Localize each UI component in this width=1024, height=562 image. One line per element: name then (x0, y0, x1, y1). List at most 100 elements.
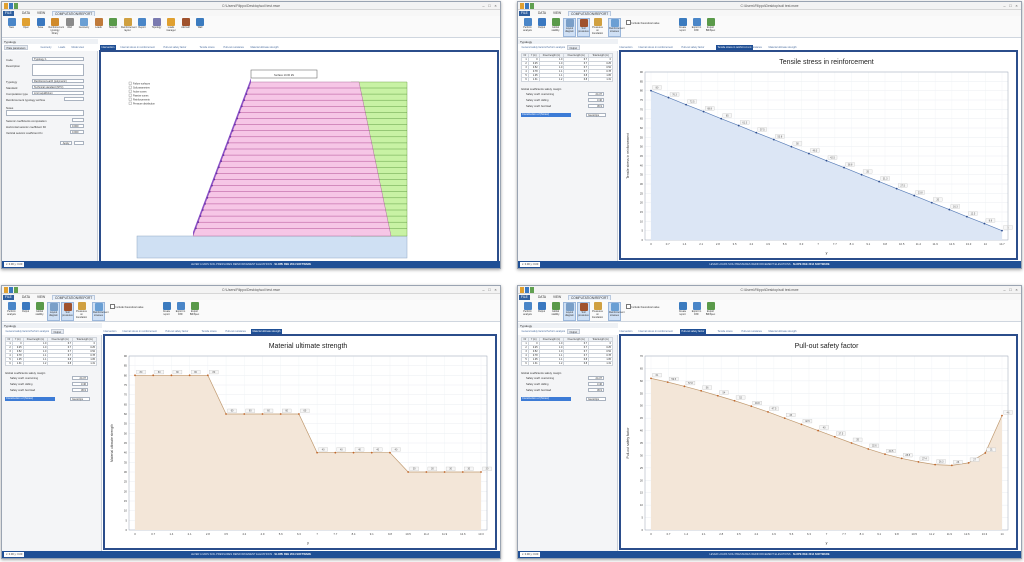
model-view-area[interactable]: Surface 10.00 kN Failure surfaces Soil pa… (99, 50, 499, 263)
subtab[interactable]: Perform analysis (545, 45, 567, 50)
ribbon-button-0[interactable]: Perform analysis (521, 302, 534, 321)
cancel-button[interactable] (74, 141, 84, 145)
subtab[interactable]: Perform analysis (29, 329, 51, 334)
ribbon-button-1[interactable]: Output (19, 302, 32, 321)
maximize-icon[interactable]: □ (1008, 3, 1013, 8)
apply-button[interactable]: Apply (60, 141, 72, 145)
subtab[interactable]: Output (51, 329, 64, 334)
description-input[interactable] (32, 64, 84, 76)
ribbon-button-3[interactable]: Reinforcement typology library (49, 18, 64, 37)
kv-input[interactable]: 0.000 (70, 130, 84, 134)
legend-checkbox[interactable] (128, 101, 132, 105)
ribbon-button-4[interactable]: Soil pressures (577, 18, 590, 37)
subtab[interactable]: Output (567, 45, 580, 50)
ribbon-button-1[interactable]: Output (535, 18, 548, 37)
tab-geometry[interactable]: Geometry (39, 45, 53, 50)
table-row[interactable]: 6 1.31 1.2 6.8 1.31 (5, 361, 97, 366)
construction-select[interactable]: Construction of (Sintex) (5, 397, 55, 401)
construction-value[interactable]: Geostrips (586, 113, 606, 117)
subtab[interactable]: General safety factors (520, 329, 547, 334)
legend-checkbox[interactable] (128, 89, 132, 93)
close-icon[interactable]: × (493, 287, 498, 292)
ribbon-button-9[interactable]: Report (136, 18, 149, 37)
ribbon-button-10[interactable]: Topology (150, 18, 163, 37)
tab-plate-parameters[interactable]: Plate parameters (4, 45, 29, 50)
minimize-icon[interactable]: – (481, 287, 486, 292)
legend-checkbox[interactable] (128, 97, 132, 101)
ribbon-button-9[interactable]: Export Bill/Spec (704, 302, 717, 321)
maximize-icon[interactable]: □ (487, 3, 492, 8)
include-theoretical-checkbox[interactable]: Include theoretical value (110, 304, 144, 309)
ribbon-button-12[interactable]: Add soil (179, 18, 192, 37)
include-theoretical-checkbox[interactable]: Include theoretical value (626, 20, 660, 25)
typology-tree[interactable]: Typology (2, 39, 98, 44)
ribbon-button-8[interactable]: Reinforcement layout (121, 18, 137, 37)
ribbon-button-7[interactable]: Seismic (107, 18, 120, 37)
maximize-icon[interactable]: □ (1008, 287, 1013, 292)
global-coef-section[interactable]: Global coefficients safety margin (521, 87, 561, 91)
ribbon-button-7[interactable]: Create report (676, 302, 689, 321)
ribbon-button-0[interactable]: Perform analysis (5, 302, 18, 321)
seismic-button[interactable] (72, 118, 84, 122)
ribbon-button-5[interactable]: Geometry (78, 18, 91, 37)
ribbon-button-6[interactable]: Loads (92, 18, 105, 37)
include-theoretical-checkbox[interactable]: Include theoretical value (626, 304, 660, 309)
construction-select[interactable]: Construction of (Sintex) (521, 113, 571, 117)
global-coef-section[interactable]: Global coefficients safety margin (5, 371, 45, 375)
legend-checkbox[interactable] (128, 85, 132, 89)
typology-tree[interactable]: Typology (518, 39, 618, 44)
ribbon-button-4[interactable]: Soil pressures (577, 302, 590, 321)
minimize-icon[interactable]: – (1002, 287, 1007, 292)
ribbon-button-0[interactable]: Perform analysis (521, 18, 534, 37)
ribbon-button-9[interactable]: Export Bill/Spec (188, 302, 201, 321)
ribbon-button-8[interactable]: Export in DXF (690, 18, 703, 37)
minimize-icon[interactable]: – (1002, 3, 1007, 8)
tab-loads[interactable]: Loads (57, 45, 67, 50)
ribbon-button-6[interactable]: Reinforcement stresses (92, 302, 109, 321)
construction-select[interactable]: Construction of (Sintex) (521, 397, 571, 401)
legend-checkbox[interactable] (128, 81, 132, 85)
ribbon-button-2[interactable]: Global stability (33, 302, 46, 321)
ribbon-button-3[interactable]: Layout diagram (563, 18, 576, 37)
ribbon-button-1[interactable]: Output (535, 302, 548, 321)
ribbon-button-0[interactable]: New (5, 18, 18, 37)
code-input[interactable]: Typology 1 (32, 57, 84, 61)
tab-model-view[interactable]: Model view (70, 45, 86, 50)
archive-toggle[interactable] (64, 97, 84, 101)
ribbon-button-2[interactable]: Global stability (549, 302, 562, 321)
ribbon-button-5[interactable]: Pressures on foundation (591, 18, 604, 37)
ribbon-button-5[interactable]: Pressures on foundation (591, 302, 604, 321)
subtab[interactable]: Perform analysis (545, 329, 567, 334)
computation-type-select[interactable]: Limit equilibrium (32, 91, 84, 95)
close-icon[interactable]: × (1014, 3, 1019, 8)
ribbon-button-8[interactable]: Export in DXF (690, 302, 703, 321)
construction-value[interactable]: Geostrips (70, 397, 90, 401)
subtab[interactable]: General safety factors (4, 329, 31, 334)
ribbon-button-5[interactable]: Pressures on foundation (75, 302, 88, 321)
ribbon-button-6[interactable]: Reinforcement stresses (608, 302, 625, 321)
legend-checkbox[interactable] (128, 93, 132, 97)
minimize-icon[interactable]: – (481, 3, 486, 8)
typology-tree[interactable]: Typology (518, 323, 618, 328)
ribbon-button-2[interactable]: Global stability (549, 18, 562, 37)
ribbon-button-3[interactable]: Layout diagram (47, 302, 60, 321)
ribbon-button-2[interactable]: Save (34, 18, 47, 37)
ribbon-button-8[interactable]: Export in DXF (174, 302, 187, 321)
subtab[interactable]: General safety factors (520, 45, 547, 50)
standard-select[interactable]: Technical standard (NTC) (32, 85, 84, 89)
ribbon-button-7[interactable]: Create report (676, 18, 689, 37)
kh-input[interactable]: 0.000 (70, 124, 84, 128)
typology-tree[interactable]: Typology (2, 323, 102, 328)
subtab[interactable]: Output (567, 329, 580, 334)
notes-input[interactable] (6, 110, 84, 116)
typology-select[interactable]: Reinforced earth (polymeric) (32, 79, 84, 83)
ribbon-button-7[interactable]: Create report (160, 302, 173, 321)
ribbon-button-13[interactable]: Wall (194, 18, 207, 37)
ribbon-button-4[interactable]: Soil pressures (61, 302, 74, 321)
ribbon-button-6[interactable]: Reinforcement stresses (608, 18, 625, 37)
global-coef-section[interactable]: Global coefficients safety margin (521, 371, 561, 375)
maximize-icon[interactable]: □ (487, 287, 492, 292)
ribbon-button-11[interactable]: Loads manager (165, 18, 178, 37)
ribbon-button-1[interactable]: Open (20, 18, 33, 37)
ribbon-button-4[interactable]: Wall (63, 18, 76, 37)
